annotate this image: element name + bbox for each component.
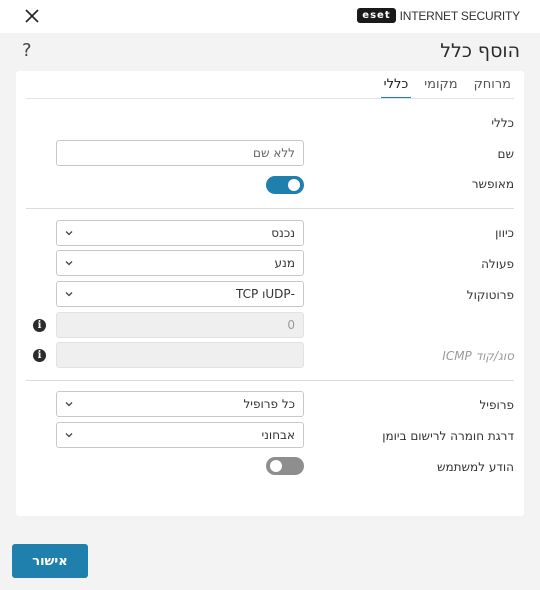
profile-label: פרופיל [479,398,514,412]
chevron-down-icon [65,231,73,236]
tab-remote[interactable]: מרוחק [471,75,514,99]
chevron-down-icon [65,402,73,407]
protocol-select[interactable]: -UDPו TCP [56,281,304,307]
enabled-label: מאופשר [471,177,514,191]
action-label: פעולה [481,257,514,271]
name-input-wrapper [56,140,304,166]
ok-button[interactable]: אישור [12,544,88,578]
toggle-knob [288,179,300,191]
rule-panel: כללי מקומי מרוחק כללי שם מאופשר כיוון נכ… [16,71,524,516]
product-name: INTERNET SECURITY [399,8,521,23]
log-severity-label: דרגת חומרה לרישום ביומן [382,429,514,443]
log-severity-value: אבחוני [261,428,295,442]
page-title: הוסף כלל [440,40,520,62]
tab-underline-divider [26,98,514,99]
direction-select[interactable]: נכנס [56,220,304,246]
tab-general[interactable]: כללי [380,75,412,99]
notify-toggle[interactable] [266,457,304,475]
name-label: שם [497,147,514,161]
action-value: מנע [274,256,295,270]
protocol-number-field: 0 [56,312,304,338]
divider [26,208,514,209]
chevron-down-icon [65,433,73,438]
log-severity-select[interactable]: אבחוני [56,422,304,448]
help-icon[interactable]: ? [22,40,32,61]
action-select[interactable]: מנע [56,250,304,276]
protocol-number-value: 0 [287,318,295,332]
brand: eset INTERNET SECURITY [357,8,520,23]
protocol-label: פרוטוקול [466,288,514,302]
direction-label: כיוון [495,226,514,240]
section-heading-general: כללי [491,116,514,130]
icmp-field [56,342,304,368]
close-icon[interactable] [22,6,42,26]
tab-local[interactable]: מקומי [421,75,460,99]
chevron-down-icon [65,292,73,297]
enabled-toggle[interactable] [266,176,304,194]
info-icon[interactable]: i [33,349,46,362]
name-input[interactable] [57,141,303,165]
profile-value: כל פרופיל [243,397,295,411]
toggle-knob [270,460,282,472]
title-bar: eset INTERNET SECURITY [0,0,540,33]
protocol-value: -UDPו TCP [236,287,295,301]
profile-select[interactable]: כל פרופיל [56,391,304,417]
chevron-down-icon [65,261,73,266]
notify-label: הודע למשתמש [437,460,514,474]
direction-value: נכנס [271,226,295,240]
tab-bar: כללי מקומי מרוחק [380,75,514,99]
info-icon[interactable]: i [33,319,46,332]
eset-logo: eset [357,8,396,23]
icmp-label: סוג/קוד ICMP [442,349,514,363]
divider [26,380,514,381]
